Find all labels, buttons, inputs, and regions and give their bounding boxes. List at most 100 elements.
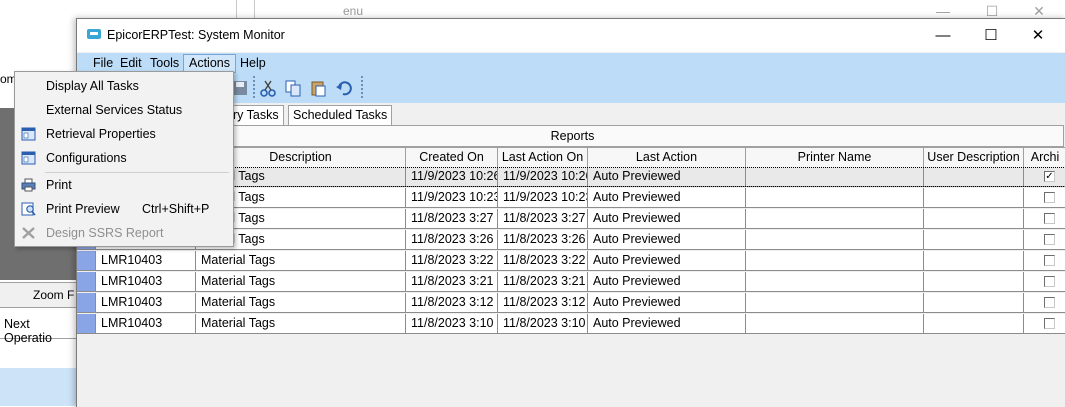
maximize-button[interactable]: ☐ xyxy=(968,19,1014,52)
copy-icon[interactable] xyxy=(284,79,302,97)
menu-item-configurations[interactable]: Configurations xyxy=(15,147,231,169)
cell-last-action[interactable]: Auto Previewed xyxy=(588,230,746,250)
toolbar-grip[interactable] xyxy=(253,76,258,98)
archived-checkbox[interactable]: ✓ xyxy=(1044,171,1055,182)
archived-cell[interactable] xyxy=(1024,188,1065,208)
cell-created[interactable]: 11/8/2023 3:26 xyxy=(406,230,498,250)
archived-checkbox[interactable] xyxy=(1044,213,1055,224)
cell-user-desc[interactable] xyxy=(924,314,1024,334)
cell-last-action[interactable]: Auto Previewed xyxy=(588,251,746,271)
row-selector[interactable] xyxy=(77,272,96,292)
archived-cell[interactable] xyxy=(1024,209,1065,229)
row-selector[interactable] xyxy=(77,293,96,313)
menu-item-retrieval-properties[interactable]: Retrieval Properties xyxy=(15,123,231,145)
cell-user-desc[interactable] xyxy=(924,230,1024,250)
archived-checkbox[interactable] xyxy=(1044,234,1055,245)
cell-id[interactable]: LMR10403 xyxy=(96,293,196,313)
cut-icon[interactable] xyxy=(259,79,277,97)
cell-created[interactable]: 11/9/2023 10:23 xyxy=(406,188,498,208)
cell-created[interactable]: 11/8/2023 3:10 xyxy=(406,314,498,334)
cell-last-action-on[interactable]: 11/9/2023 10:23 xyxy=(498,188,588,208)
column-header-created-on[interactable]: Created On xyxy=(406,147,498,168)
close-button[interactable]: ✕ xyxy=(1015,19,1061,52)
archived-checkbox[interactable] xyxy=(1044,255,1055,266)
menu-help[interactable]: Help xyxy=(235,55,271,72)
table-row[interactable]: LMR10403 Material Tags 11/8/2023 3:21 11/8/… xyxy=(77,272,1065,293)
cell-user-desc[interactable] xyxy=(924,188,1024,208)
cell-id[interactable]: LMR10403 xyxy=(96,251,196,271)
cell-printer[interactable] xyxy=(746,230,924,250)
menu-item-print-preview[interactable]: Print Preview Ctrl+Shift+P xyxy=(15,198,231,220)
archived-checkbox[interactable] xyxy=(1044,318,1055,329)
cell-created[interactable]: 11/9/2023 10:26 xyxy=(406,167,498,187)
cell-printer[interactable] xyxy=(746,167,924,187)
row-selector[interactable] xyxy=(77,251,96,271)
archived-checkbox[interactable] xyxy=(1044,276,1055,287)
cell-id[interactable]: LMR10403 xyxy=(96,272,196,292)
cell-last-action[interactable]: Auto Previewed xyxy=(588,293,746,313)
menu-item-display-all-tasks[interactable]: Display All Tasks xyxy=(15,75,231,97)
cell-id[interactable]: LMR10403 xyxy=(96,314,196,334)
cell-last-action-on[interactable]: 11/9/2023 10:26 xyxy=(498,167,588,187)
cell-printer[interactable] xyxy=(746,251,924,271)
archived-cell[interactable] xyxy=(1024,230,1065,250)
cell-created[interactable]: 11/8/2023 3:22 xyxy=(406,251,498,271)
toolbar-grip[interactable] xyxy=(361,76,366,98)
archived-cell[interactable]: ✓ xyxy=(1024,167,1065,187)
menu-tools[interactable]: Tools xyxy=(145,55,184,72)
tab-scheduled-tasks[interactable]: Scheduled Tasks xyxy=(288,105,393,125)
minimize-button[interactable]: — xyxy=(920,19,966,52)
cell-user-desc[interactable] xyxy=(924,167,1024,187)
column-header-last-action[interactable]: Last Action xyxy=(588,147,746,168)
cell-created[interactable]: 11/8/2023 3:12 xyxy=(406,293,498,313)
column-header-archived[interactable]: Archi xyxy=(1024,147,1065,168)
cell-created[interactable]: 11/8/2023 3:21 xyxy=(406,272,498,292)
cell-last-action-on[interactable]: 11/8/2023 3:26 xyxy=(498,230,588,250)
cell-last-action-on[interactable]: 11/8/2023 3:22 xyxy=(498,251,588,271)
cell-printer[interactable] xyxy=(746,209,924,229)
menu-file[interactable]: File xyxy=(88,55,118,72)
archived-checkbox[interactable] xyxy=(1044,192,1055,203)
cell-last-action-on[interactable]: 11/8/2023 3:21 xyxy=(498,272,588,292)
cell-last-action[interactable]: Auto Previewed xyxy=(588,314,746,334)
cell-user-desc[interactable] xyxy=(924,251,1024,271)
cell-user-desc[interactable] xyxy=(924,272,1024,292)
archived-cell[interactable] xyxy=(1024,272,1065,292)
cell-last-action[interactable]: Auto Previewed xyxy=(588,272,746,292)
undo-icon[interactable] xyxy=(335,79,353,97)
table-row[interactable]: LMR10403 Material Tags 11/8/2023 3:10 11/8/… xyxy=(77,314,1065,335)
cell-description[interactable]: Material Tags xyxy=(196,314,406,334)
menu-item-external-services-status[interactable]: External Services Status xyxy=(15,99,231,121)
cell-created[interactable]: 11/8/2023 3:27 xyxy=(406,209,498,229)
column-header-printer-name[interactable]: Printer Name xyxy=(746,147,924,168)
cell-printer[interactable] xyxy=(746,188,924,208)
archived-cell[interactable] xyxy=(1024,251,1065,271)
archived-cell[interactable] xyxy=(1024,293,1065,313)
row-selector[interactable] xyxy=(77,314,96,334)
cell-description[interactable]: Material Tags xyxy=(196,272,406,292)
cell-last-action[interactable]: Auto Previewed xyxy=(588,167,746,187)
archived-cell[interactable] xyxy=(1024,314,1065,334)
cell-printer[interactable] xyxy=(746,293,924,313)
cell-description[interactable]: Material Tags xyxy=(196,251,406,271)
cell-printer[interactable] xyxy=(746,272,924,292)
menu-item-label: Print xyxy=(46,178,72,192)
table-row[interactable]: LMR10403 Material Tags 11/8/2023 3:12 11/8/… xyxy=(77,293,1065,314)
cell-last-action[interactable]: Auto Previewed xyxy=(588,209,746,229)
cell-last-action-on[interactable]: 11/8/2023 3:10 xyxy=(498,314,588,334)
cell-user-desc[interactable] xyxy=(924,209,1024,229)
archived-checkbox[interactable] xyxy=(1044,297,1055,308)
menu-edit[interactable]: Edit xyxy=(115,55,147,72)
cell-user-desc[interactable] xyxy=(924,293,1024,313)
paste-icon[interactable] xyxy=(309,79,327,97)
column-header-last-action-on[interactable]: Last Action On xyxy=(498,147,588,168)
table-row[interactable]: LMR10403 Material Tags 11/8/2023 3:22 11/8/… xyxy=(77,251,1065,272)
column-header-user-description[interactable]: User Description xyxy=(924,147,1024,168)
cell-last-action[interactable]: Auto Previewed xyxy=(588,188,746,208)
title-bar[interactable]: EpicorERPTest: System Monitor — ☐ ✕ xyxy=(77,19,1065,52)
menu-item-print[interactable]: Print xyxy=(15,174,231,196)
cell-last-action-on[interactable]: 11/8/2023 3:12 xyxy=(498,293,588,313)
cell-description[interactable]: Material Tags xyxy=(196,293,406,313)
cell-last-action-on[interactable]: 11/8/2023 3:27 xyxy=(498,209,588,229)
cell-printer[interactable] xyxy=(746,314,924,334)
